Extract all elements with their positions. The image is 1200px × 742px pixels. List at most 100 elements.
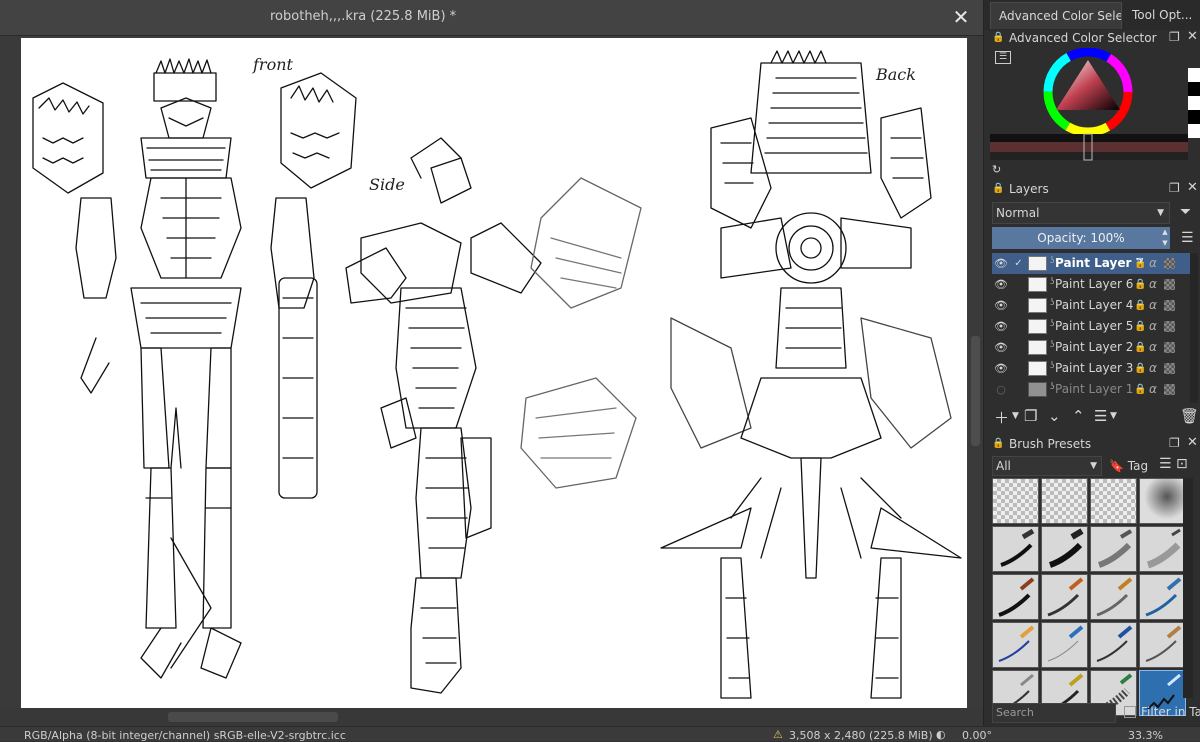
vertical-scroll-thumb[interactable] <box>971 336 980 446</box>
eye-icon[interactable]: 👁 <box>994 295 1008 316</box>
brush-preset-eraser-soft[interactable] <box>1090 478 1137 524</box>
alpha-lock-icon[interactable]: α <box>1149 358 1157 379</box>
eye-icon[interactable]: 👁 <box>994 358 1008 379</box>
lock-icon[interactable]: 🔒 <box>1134 274 1146 295</box>
eye-icon[interactable]: 👁 <box>994 337 1008 358</box>
blend-mode-select[interactable]: Normal ▼ <box>992 202 1170 224</box>
tab-tool-options[interactable]: Tool Opt... <box>1124 2 1200 29</box>
rotation-value[interactable]: 0.00° <box>962 729 992 742</box>
opacity-spinner[interactable]: ▲ ▼ <box>1160 227 1170 249</box>
inherit-alpha-icon[interactable] <box>1164 363 1175 374</box>
brush-grid-scrollbar[interactable] <box>1183 478 1193 698</box>
layer-row[interactable]: ○ ʖ Paint Layer 1 🔒 α <box>992 379 1190 400</box>
menu-icon[interactable]: ☰ <box>1181 230 1194 246</box>
brush-preset-brush-orange[interactable] <box>1041 574 1088 620</box>
refresh-icon[interactable]: ↻ <box>992 163 1001 176</box>
inherit-alpha-icon[interactable] <box>1164 384 1175 395</box>
brush-preset-blender[interactable] <box>1139 526 1186 572</box>
brush-preset-pencil-dark[interactable] <box>1090 622 1137 668</box>
add-layer-dropdown-icon[interactable]: ▼ <box>1012 411 1019 421</box>
alpha-lock-icon[interactable]: α <box>1149 295 1157 316</box>
eye-icon[interactable]: 👁 <box>994 274 1008 295</box>
alpha-lock-icon[interactable]: α <box>1149 379 1157 400</box>
brush-search-input[interactable]: Search <box>992 703 1116 723</box>
layer-list-scrollbar[interactable] <box>1190 253 1198 403</box>
lock-icon[interactable]: 🔒 <box>992 183 1004 194</box>
view-mode-icon[interactable]: ☰ ⊡ <box>1159 456 1188 472</box>
vertical-scrollbar[interactable] <box>968 36 983 708</box>
brush-preset-pencil-light[interactable] <box>1041 622 1088 668</box>
close-panel-icon[interactable]: ✕ <box>1187 180 1198 195</box>
delete-layer-icon[interactable]: 🗑 <box>1180 407 1199 425</box>
brush-preset-eraser-2[interactable] <box>1041 478 1088 524</box>
brush-tag-select[interactable]: All ▼ <box>992 456 1102 476</box>
alpha-lock-icon[interactable]: α <box>1149 337 1157 358</box>
layer-row[interactable]: 👁 ʖ Paint Layer 3 🔒 α <box>992 358 1190 379</box>
filter-in-tag-checkbox[interactable]: ✓ <box>1124 706 1136 718</box>
brush-preset-soft-pencil[interactable] <box>1090 526 1137 572</box>
float-panel-icon[interactable]: ❐ <box>1169 181 1180 195</box>
canvas-area[interactable]: robotheh,,,.kra (225.8 MiB) * ✕ front Si… <box>0 0 983 741</box>
eye-icon[interactable]: 👁 <box>994 316 1008 337</box>
filter-icon[interactable]: ⏷ <box>1180 204 1191 220</box>
brush-preset-marker[interactable] <box>1041 526 1088 572</box>
rotate-icon[interactable]: ◐ <box>936 728 946 741</box>
brush-preset-airbrush[interactable] <box>1139 478 1186 524</box>
tag-button[interactable]: 🔖 Tag ▼ <box>1109 456 1155 492</box>
bookmark-icon: 🔖 <box>1109 459 1124 473</box>
layer-row[interactable]: 👁 ʖ Paint Layer 2 🔒 α <box>992 337 1190 358</box>
right-dock: Advanced Color Sele... Tool Opt... 🔒 Adv… <box>983 0 1200 726</box>
eye-hidden-icon[interactable]: ○ <box>994 379 1008 400</box>
layer-properties-icon[interactable]: ☰ <box>1094 407 1107 425</box>
duplicate-layer-icon[interactable]: ❐ <box>1024 407 1037 425</box>
alpha-lock-icon[interactable]: α <box>1149 253 1157 274</box>
lock-icon[interactable]: 🔒 <box>1134 358 1146 379</box>
lock-icon[interactable]: 🔒 <box>1134 316 1146 337</box>
lock-icon[interactable]: 🔒 <box>992 438 1004 449</box>
eye-icon[interactable]: 👁 <box>994 253 1008 274</box>
brush-preset-eraser[interactable] <box>992 478 1039 524</box>
float-panel-icon[interactable]: ❐ <box>1169 436 1180 450</box>
saturation-value-triangle[interactable] <box>1056 60 1120 110</box>
zoom-value[interactable]: 33.3% <box>1128 729 1163 742</box>
brush-preset-ink-pen[interactable] <box>992 526 1039 572</box>
add-layer-icon[interactable]: ＋ <box>994 407 1009 428</box>
tab-advanced-color-selector[interactable]: Advanced Color Sele... <box>990 2 1122 29</box>
lock-icon[interactable]: 🔒 <box>1134 253 1146 274</box>
move-layer-down-icon[interactable]: ⌄ <box>1048 407 1061 425</box>
brush-preset-pencil-blue[interactable] <box>992 622 1039 668</box>
inherit-alpha-icon[interactable] <box>1164 300 1175 311</box>
color-wheel-widget[interactable] <box>984 48 1200 180</box>
lock-icon[interactable]: 🔒 <box>1134 295 1146 316</box>
inherit-alpha-icon[interactable] <box>1164 279 1175 290</box>
drawing-canvas[interactable]: front Side Back <box>21 38 967 708</box>
brush-preset-brush-red[interactable] <box>1090 574 1137 620</box>
back-label: Back <box>875 65 916 84</box>
close-panel-icon[interactable]: ✕ <box>1187 435 1198 450</box>
horizontal-scrollbar[interactable] <box>0 708 983 726</box>
brush-preset-pencil-graphite[interactable] <box>1139 622 1186 668</box>
layer-checkbox[interactable]: ✓ <box>1013 258 1024 269</box>
alpha-lock-icon[interactable]: α <box>1149 274 1157 295</box>
layer-row[interactable]: 👁 ʖ Paint Layer 6 🔒 α <box>992 274 1190 295</box>
alpha-lock-icon[interactable]: α <box>1149 316 1157 337</box>
lock-icon[interactable]: 🔒 <box>1134 379 1146 400</box>
layer-row[interactable]: 👁 ✓ ʖ Paint Layer 7 🔒 α <box>992 253 1190 274</box>
brush-preset-brush-dark[interactable] <box>992 574 1039 620</box>
brush-preset-brush-blue[interactable] <box>1139 574 1186 620</box>
lock-icon[interactable]: 🔒 <box>1134 337 1146 358</box>
horizontal-scroll-thumb[interactable] <box>168 712 338 722</box>
lock-icon[interactable]: 🔒 <box>992 32 1004 43</box>
opacity-slider[interactable]: Opacity: 100% <box>992 227 1170 249</box>
float-panel-icon[interactable]: ❐ <box>1169 30 1180 44</box>
properties-dropdown-icon[interactable]: ▼ <box>1110 411 1117 421</box>
layer-row[interactable]: 👁 ʖ Paint Layer 4 🔒 α <box>992 295 1190 316</box>
inherit-alpha-icon[interactable] <box>1164 342 1175 353</box>
layer-row[interactable]: 👁 ʖ Paint Layer 5 🔒 α <box>992 316 1190 337</box>
left-gutter <box>0 36 20 708</box>
inherit-alpha-icon[interactable] <box>1164 258 1175 269</box>
inherit-alpha-icon[interactable] <box>1164 321 1175 332</box>
close-panel-icon[interactable]: ✕ <box>1187 29 1198 44</box>
move-layer-up-icon[interactable]: ⌃ <box>1072 407 1085 425</box>
close-document-button[interactable]: ✕ <box>950 6 972 28</box>
